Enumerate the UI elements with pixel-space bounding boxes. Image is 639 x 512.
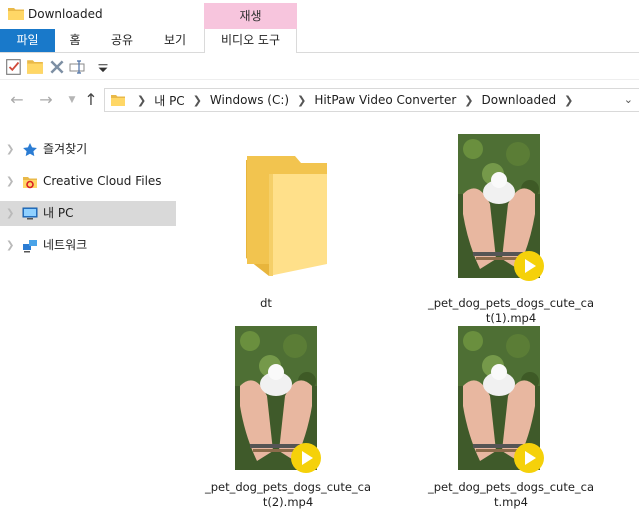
- breadcrumb-separator-icon[interactable]: ❯: [464, 94, 473, 107]
- nav-item-label: 내 PC: [43, 206, 74, 220]
- file-name: _pet_dog_pets_dogs_cute_cat(2).mp4: [204, 480, 372, 509]
- nav-item-creative-cloud[interactable]: ❯ Creative Cloud Files: [0, 169, 176, 194]
- computer-icon: [22, 207, 38, 220]
- nav-item-label: Creative Cloud Files: [43, 174, 162, 188]
- large-folder-icon: [246, 156, 327, 276]
- breadcrumb: ❯ 내 PC ❯ Windows (C:) ❯ HitPaw Video Con…: [111, 89, 581, 111]
- recent-locations-chevron-icon[interactable]: ▼: [63, 91, 81, 109]
- window-title: Downloaded: [28, 7, 103, 21]
- folder-item[interactable]: dt: [201, 130, 331, 310]
- breadcrumb-separator-icon[interactable]: ❯: [564, 94, 573, 107]
- creative-cloud-icon: [23, 177, 37, 189]
- file-list-view: dt _pet_dog_pets_dogs_cute_cat(1).mp4 _p…: [181, 120, 639, 512]
- ribbon-tabs: 파일 홈 공유 보기 비디오 도구: [0, 29, 639, 53]
- breadcrumb-hitpaw[interactable]: HitPaw Video Converter: [314, 93, 456, 107]
- file-name: dt: [260, 296, 272, 310]
- folder-icon: [8, 8, 24, 20]
- breadcrumb-separator-icon[interactable]: ❯: [297, 94, 306, 107]
- breadcrumb-windows-c[interactable]: Windows (C:): [210, 93, 289, 107]
- navigation-pane: ❯ 즐겨찾기 ❯ Creative Cloud Files ❯ 내 PC ❯ 네…: [0, 120, 180, 512]
- breadcrumb-downloaded[interactable]: Downloaded: [481, 93, 556, 107]
- forward-arrow-icon[interactable]: →: [37, 91, 55, 109]
- breadcrumb-separator-icon[interactable]: ❯: [193, 94, 202, 107]
- title-bar: Downloaded: [0, 0, 639, 28]
- play-icon: [291, 443, 321, 473]
- video-file-item[interactable]: _pet_dog_pets_dogs_cute_cat(1).mp4: [426, 130, 596, 325]
- tab-view[interactable]: 보기: [155, 29, 195, 52]
- breadcrumb-separator-icon[interactable]: ❯: [137, 94, 146, 107]
- expand-chevron-icon[interactable]: ❯: [6, 137, 14, 162]
- folder-icon: [111, 94, 125, 106]
- nav-item-quick-access[interactable]: ❯ 즐겨찾기: [0, 137, 176, 162]
- breadcrumb-this-pc[interactable]: 내 PC: [154, 92, 184, 109]
- tab-home[interactable]: 홈: [58, 29, 92, 52]
- tab-share[interactable]: 공유: [103, 29, 141, 52]
- nav-item-network[interactable]: ❯ 네트워크: [0, 233, 176, 258]
- rename-icon[interactable]: [69, 58, 87, 76]
- customize-dropdown-icon[interactable]: [94, 58, 112, 76]
- address-row: ← → ▼ ↑ ❯ 내 PC ❯ Windows (C:) ❯ HitPaw V…: [0, 84, 639, 116]
- back-arrow-icon[interactable]: ←: [8, 91, 26, 109]
- properties-check-icon[interactable]: [5, 58, 23, 76]
- address-history-chevron-icon[interactable]: ⌄: [624, 93, 633, 106]
- new-folder-icon[interactable]: [26, 58, 44, 76]
- tab-file[interactable]: 파일: [0, 29, 55, 52]
- context-group-playback: 재생: [204, 3, 297, 29]
- expand-chevron-icon[interactable]: ❯: [6, 233, 14, 258]
- video-file-item[interactable]: _pet_dog_pets_dogs_cute_cat.mp4: [426, 322, 596, 512]
- expand-chevron-icon[interactable]: ❯: [6, 201, 14, 226]
- quick-access-toolbar: [0, 54, 639, 80]
- network-icon: [23, 240, 37, 253]
- address-bar[interactable]: ❯ 내 PC ❯ Windows (C:) ❯ HitPaw Video Con…: [104, 88, 639, 112]
- play-icon: [514, 443, 544, 473]
- file-name: _pet_dog_pets_dogs_cute_cat.mp4: [427, 480, 595, 509]
- nav-item-label: 네트워크: [43, 238, 88, 252]
- expand-chevron-icon[interactable]: ❯: [6, 169, 14, 194]
- video-file-item[interactable]: _pet_dog_pets_dogs_cute_cat(2).mp4: [203, 322, 373, 512]
- play-icon: [514, 251, 544, 281]
- tab-video-tools[interactable]: 비디오 도구: [204, 29, 297, 53]
- star-icon: [23, 143, 37, 157]
- nav-item-label: 즐겨찾기: [43, 142, 88, 156]
- up-arrow-icon[interactable]: ↑: [82, 91, 100, 109]
- nav-item-this-pc[interactable]: ❯ 내 PC: [0, 201, 176, 226]
- delete-icon[interactable]: [48, 58, 66, 76]
